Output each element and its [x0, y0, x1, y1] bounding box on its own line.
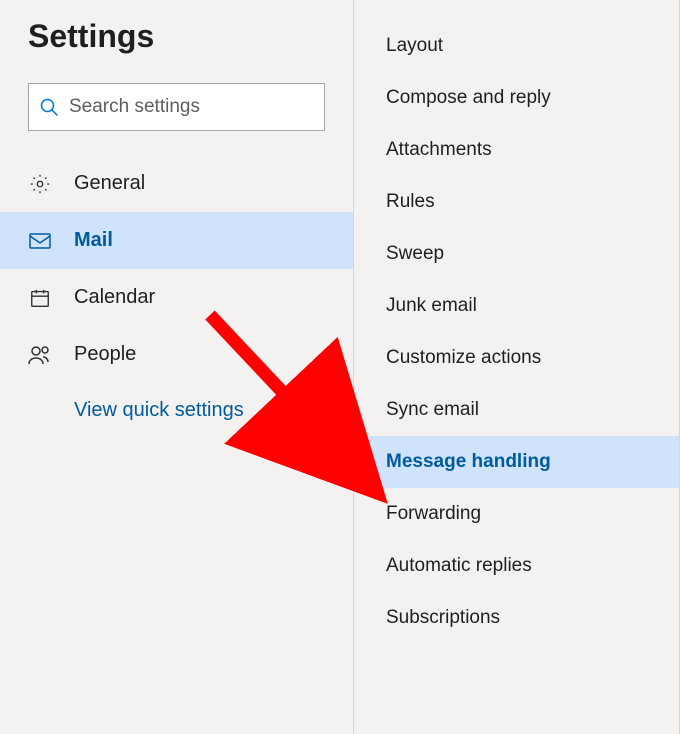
sub-item-forwarding[interactable]: Forwarding [354, 488, 679, 540]
sub-item-label: Sync email [386, 399, 479, 421]
nav-item-calendar[interactable]: Calendar [0, 269, 353, 326]
sub-item-compose-and-reply[interactable]: Compose and reply [354, 72, 679, 124]
sub-item-label: Rules [386, 191, 435, 213]
nav-item-label: People [74, 343, 136, 366]
sub-item-label: Automatic replies [386, 555, 532, 577]
nav-item-label: Calendar [74, 286, 155, 309]
settings-sidebar: Settings General Mail Calendar People View … [0, 0, 354, 734]
sub-item-label: Message handling [386, 451, 551, 473]
nav-item-label: Mail [74, 229, 113, 252]
people-icon [28, 343, 52, 367]
settings-submenu: Layout Compose and reply Attachments Rules S… [354, 0, 680, 734]
sub-item-label: Subscriptions [386, 607, 500, 629]
search-icon [39, 97, 59, 117]
general-icon [28, 172, 52, 196]
calendar-icon [28, 286, 52, 310]
sub-item-layout[interactable]: Layout [354, 20, 679, 72]
nav-item-general[interactable]: General [0, 155, 353, 212]
sub-item-sweep[interactable]: Sweep [354, 228, 679, 280]
sub-item-rules[interactable]: Rules [354, 176, 679, 228]
sub-item-label: Compose and reply [386, 87, 551, 109]
sub-item-label: Junk email [386, 295, 477, 317]
sub-item-junk-email[interactable]: Junk email [354, 280, 679, 332]
mail-icon [28, 229, 52, 253]
sub-item-attachments[interactable]: Attachments [354, 124, 679, 176]
sub-item-label: Customize actions [386, 347, 541, 369]
page-title: Settings [0, 18, 353, 55]
sub-item-label: Layout [386, 35, 443, 57]
sub-item-message-handling[interactable]: Message handling [354, 436, 679, 488]
sub-item-subscriptions[interactable]: Subscriptions [354, 592, 679, 644]
search-input[interactable] [69, 96, 314, 118]
sub-item-label: Sweep [386, 243, 444, 265]
search-box[interactable] [28, 83, 325, 131]
nav-item-mail[interactable]: Mail [0, 212, 353, 269]
nav-item-label: General [74, 172, 145, 195]
view-quick-settings-link[interactable]: View quick settings [0, 383, 353, 422]
sub-item-automatic-replies[interactable]: Automatic replies [354, 540, 679, 592]
nav-item-people[interactable]: People [0, 326, 353, 383]
sub-item-customize-actions[interactable]: Customize actions [354, 332, 679, 384]
sub-item-label: Attachments [386, 139, 492, 161]
sub-item-sync-email[interactable]: Sync email [354, 384, 679, 436]
sub-item-label: Forwarding [386, 503, 481, 525]
